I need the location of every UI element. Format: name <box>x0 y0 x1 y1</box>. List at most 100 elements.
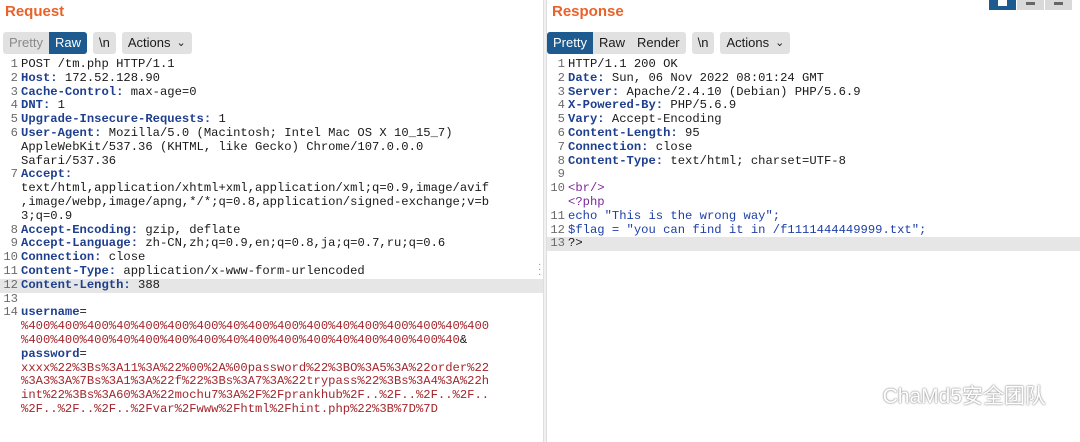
line-content: $flag = "you can find it in /f1111444449… <box>568 222 927 238</box>
code-token: ?> <box>568 236 583 251</box>
line-number: 8 <box>557 153 565 168</box>
response-line: 5 Vary: Accept-Encoding <box>547 112 1080 127</box>
response-pane: Response Pretty Raw Render \n Actions ⌄ … <box>547 0 1080 442</box>
watermark-text: ChaMd5安全团队 <box>882 385 1046 408</box>
request-tab-raw[interactable]: Raw <box>48 31 87 54</box>
line-number: 13 <box>3 291 18 306</box>
response-line: 3 Server: Apache/2.4.10 (Debian) PHP/5.6.… <box>547 84 1080 100</box>
response-line: 10 <br/> <?php <box>547 181 1080 210</box>
code-token: 95 <box>677 125 700 140</box>
response-editor[interactable]: 1 HTTP/1.1 200 OK 2 Date: Sun, 06 Nov 2022 … <box>547 57 1080 252</box>
code-token: Connection: <box>21 250 102 265</box>
code-token: Host: <box>21 70 58 85</box>
line-content: Server: Apache/2.4.10 (Debian) PHP/5.6.9 <box>568 84 861 100</box>
layout-side-by-side-icon[interactable] <box>989 0 1016 10</box>
code-token: password <box>21 346 80 361</box>
line-content: Accept: text/html,application/xhtml+xml,… <box>21 167 489 223</box>
code-token: Vary: <box>568 112 605 127</box>
request-editor[interactable]: 1 POST /tm.php HTTP/1.1 2 Host: 172.52.128.… <box>0 57 543 417</box>
line-number: 2 <box>557 70 565 85</box>
response-line: 9 <box>547 168 1080 182</box>
code-token: Content-Length: <box>21 277 131 292</box>
code-token: & <box>459 332 468 347</box>
code-token: Content-Type: <box>21 263 117 278</box>
request-line: 3 Cache-Control: max-age=0 <box>0 84 543 100</box>
request-line: 7 Accept: text/html,application/xhtml+xml… <box>0 167 543 223</box>
code-token: zh-CN,zh;q=0.9,en;q=0.8,ja;q=0.7,ru;q=0.… <box>138 236 446 251</box>
line-number: 2 <box>10 70 18 85</box>
request-actions-label: Actions <box>127 35 171 50</box>
request-line: 12 Content-Length: 388 <box>0 277 543 293</box>
code-token: Upgrade-Insecure-Requests: <box>21 112 212 127</box>
line-number: 4 <box>10 98 18 113</box>
drag-handle-icon[interactable]: · · · <box>538 260 541 280</box>
line-number: 14 <box>3 305 18 320</box>
response-tab-render[interactable]: Render <box>631 32 686 54</box>
line-number: 12 <box>3 277 18 292</box>
line-number: 6 <box>557 125 565 140</box>
code-token: POST /tm.php HTTP/1.1 <box>21 57 175 71</box>
chevron-down-icon: ⌄ <box>176 37 186 49</box>
code-token: Content-Type: <box>568 153 664 168</box>
response-line: 11 echo "This is the wrong way"; <box>547 208 1080 224</box>
code-token: $flag = "you can find it in /f1111444449… <box>568 222 927 237</box>
layout-stacked-icon[interactable] <box>1017 0 1044 10</box>
code-token: DNT: <box>21 98 51 113</box>
response-line: 4 X-Powered-By: PHP/5.6.9 <box>547 98 1080 113</box>
wechat-logo-icon <box>848 384 873 404</box>
line-number: 4 <box>557 98 565 113</box>
response-tab-pretty[interactable]: Pretty <box>547 31 593 54</box>
code-token: max-age=0 <box>123 84 197 99</box>
line-number: 7 <box>10 167 18 182</box>
code-token: 388 <box>130 277 160 292</box>
line-number: 10 <box>3 250 18 265</box>
request-line: 4 DNT: 1 <box>0 98 543 113</box>
request-line: 1 POST /tm.php HTTP/1.1 <box>0 57 543 72</box>
line-content: username= %400%400%400%40%400%400%400%40… <box>21 305 490 416</box>
request-tab-pretty[interactable]: Pretty <box>3 32 49 54</box>
line-number: 11 <box>3 263 18 278</box>
code-token: 1 <box>50 98 65 113</box>
response-line: 8 Content-Type: text/html; charset=UTF-8 <box>547 153 1080 169</box>
code-token: Apache/2.4.10 (Debian) PHP/5.6.9 <box>619 84 861 99</box>
code-token: User-Agent: <box>21 125 102 140</box>
line-number: 9 <box>557 167 565 182</box>
code-token: Accept: <box>21 167 73 182</box>
line-number: 11 <box>550 208 565 223</box>
line-content: Connection: close <box>21 250 145 265</box>
line-content: Content-Length: 95 <box>568 125 700 141</box>
line-number: 9 <box>10 236 18 251</box>
response-line: 6 Content-Length: 95 <box>547 125 1080 141</box>
response-toolbar: Pretty Raw Render \n Actions ⌄ <box>547 31 796 54</box>
line-content: Connection: close <box>568 140 692 155</box>
code-token: <?php <box>568 194 605 209</box>
response-newline-toggle[interactable]: \n <box>691 31 715 54</box>
code-token: HTTP/1.1 200 OK <box>568 57 678 71</box>
line-content: Host: 172.52.128.90 <box>21 70 160 86</box>
chevron-down-icon: ⌄ <box>775 37 785 49</box>
request-newline-toggle[interactable]: \n <box>92 31 116 54</box>
response-line: 2 Date: Sun, 06 Nov 2022 08:01:24 GMT <box>547 70 1080 86</box>
request-line: 13 <box>0 291 543 307</box>
request-line: 14 username= %400%400%400%40%400%400%400%… <box>0 305 543 416</box>
request-actions-button[interactable]: Actions ⌄ <box>121 31 192 54</box>
layout-single-icon[interactable] <box>1045 0 1072 10</box>
code-token: Accept-Language: <box>21 236 139 251</box>
response-line: 1 HTTP/1.1 200 OK <box>547 57 1080 72</box>
response-actions-button[interactable]: Actions ⌄ <box>720 31 791 54</box>
request-line: 11 Content-Type: application/x-www-form-u… <box>0 263 543 279</box>
line-content: X-Powered-By: PHP/5.6.9 <box>568 98 736 113</box>
request-view-tabs: Pretty Raw <box>3 31 87 54</box>
request-line: 10 Connection: close <box>0 250 543 265</box>
line-content: Content-Type: text/html; charset=UTF-8 <box>568 153 846 169</box>
code-token: 172.52.128.90 <box>57 70 160 85</box>
code-token: xxxx%22%3Bs%3A11%3A%22%00%2A%00password%… <box>21 360 490 416</box>
layout-toggle <box>988 0 1072 10</box>
line-content: ?> <box>568 236 583 251</box>
response-tab-raw[interactable]: Raw <box>593 32 631 54</box>
line-number: 5 <box>10 112 18 127</box>
code-token: X-Powered-By: <box>568 98 664 113</box>
line-number: 13 <box>550 236 565 251</box>
response-line: 13 ?> <box>547 236 1080 252</box>
line-number: 10 <box>550 181 565 196</box>
